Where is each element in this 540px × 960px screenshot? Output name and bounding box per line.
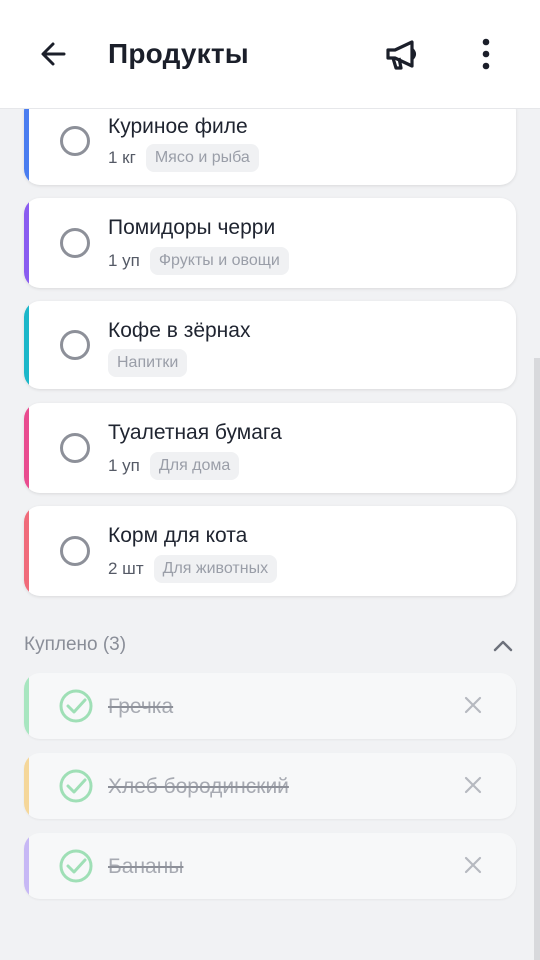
category-stripe — [24, 673, 29, 739]
item-meta: 1 уп Фрукты и овощи — [108, 246, 289, 276]
list-item[interactable]: Помидоры черри 1 уп Фрукты и овощи — [24, 198, 516, 288]
check-circle-icon[interactable] — [58, 688, 94, 724]
purchased-item[interactable]: Хлеб бородинский — [24, 753, 516, 819]
category-stripe — [24, 506, 29, 596]
item-name: Помидоры черри — [108, 216, 276, 239]
more-vertical-icon[interactable] — [470, 36, 502, 72]
page-title: Продукты — [108, 38, 249, 69]
purchased-item[interactable]: Гречка — [24, 673, 516, 739]
check-circle-icon[interactable] — [58, 848, 94, 884]
category-stripe — [24, 403, 29, 493]
item-name: Бананы — [108, 855, 184, 878]
check-circle-icon[interactable] — [58, 768, 94, 804]
close-icon[interactable] — [462, 854, 484, 876]
item-meta: 2 шт Для животных — [108, 554, 278, 584]
purchased-item[interactable]: Бананы — [24, 833, 516, 899]
item-quantity: 1 уп — [108, 251, 140, 270]
list-item[interactable]: Кофе в зёрнах Напитки — [24, 301, 516, 389]
megaphone-icon[interactable] — [382, 37, 422, 73]
purchased-section-title[interactable]: Куплено (3) — [24, 634, 126, 656]
category-stripe — [24, 753, 29, 819]
item-name: Корм для кота — [108, 524, 248, 547]
item-name: Хлеб бородинский — [108, 775, 289, 798]
category-chip: Для дома — [149, 452, 240, 480]
category-stripe — [24, 301, 29, 389]
unchecked-circle-icon[interactable] — [60, 433, 90, 463]
app-bar: Продукты — [0, 0, 540, 109]
unchecked-circle-icon[interactable] — [60, 126, 90, 156]
category-chip: Мясо и рыба — [145, 144, 259, 172]
item-meta: 1 уп Для дома — [108, 451, 240, 481]
item-meta: 1 кг Мясо и рыба — [108, 143, 259, 173]
category-chip: Для животных — [153, 555, 278, 583]
category-chip: Фрукты и овощи — [149, 247, 289, 275]
item-quantity: 1 кг — [108, 148, 136, 167]
list-item[interactable]: Корм для кота 2 шт Для животных — [24, 506, 516, 596]
list-item[interactable]: Туалетная бумага 1 уп Для дома — [24, 403, 516, 493]
item-name: Куриное филе — [108, 115, 248, 138]
scrollbar[interactable] — [534, 358, 540, 960]
arrow-left-icon[interactable] — [36, 36, 72, 72]
category-chip: Напитки — [108, 349, 188, 377]
item-name: Гречка — [108, 695, 174, 718]
item-name: Кофе в зёрнах — [108, 319, 251, 342]
unchecked-circle-icon[interactable] — [60, 330, 90, 360]
item-quantity: 2 шт — [108, 559, 144, 578]
category-stripe — [24, 833, 29, 899]
close-icon[interactable] — [462, 694, 484, 716]
unchecked-circle-icon[interactable] — [60, 536, 90, 566]
close-icon[interactable] — [462, 774, 484, 796]
item-name: Туалетная бумага — [108, 421, 282, 444]
unchecked-circle-icon[interactable] — [60, 228, 90, 258]
category-stripe — [24, 198, 29, 288]
item-meta: Напитки — [108, 348, 188, 378]
item-quantity: 1 уп — [108, 456, 140, 475]
chevron-up-icon[interactable] — [492, 636, 514, 656]
